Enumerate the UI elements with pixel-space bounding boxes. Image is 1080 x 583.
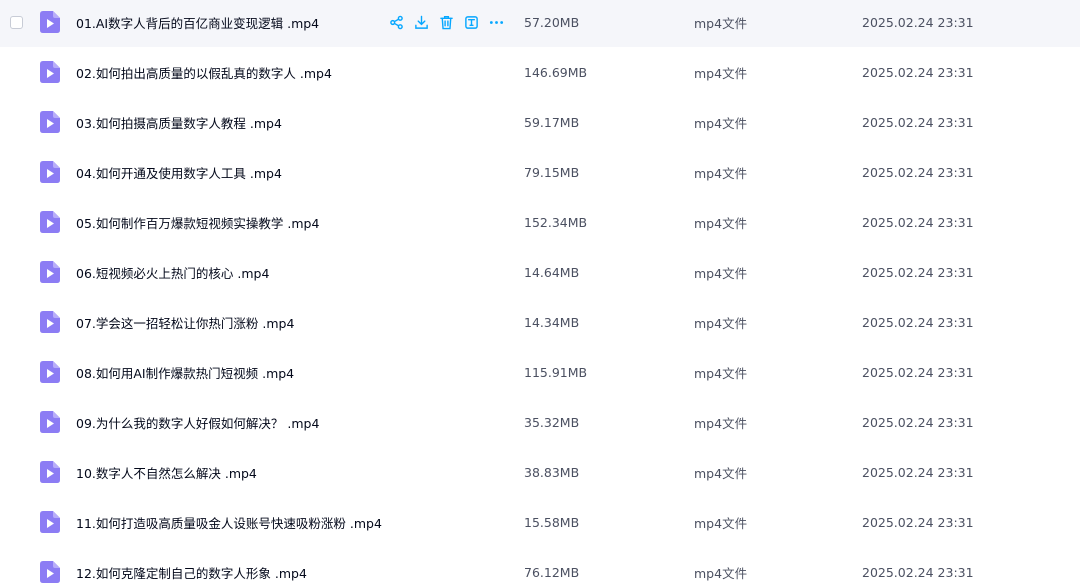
file-name[interactable]: 03.如何拍摄高质量数字人教程 .mp4: [76, 113, 282, 132]
file-date: 2025.02.24 23:31: [862, 64, 974, 80]
file-date: 2025.02.24 23:31: [862, 564, 974, 580]
file-type: mp4文件: [694, 165, 748, 181]
video-file-icon: [40, 211, 60, 233]
rename-button[interactable]: [463, 14, 480, 31]
file-row[interactable]: 08.如何用AI制作爆款热门短视频 .mp4 115.91MB mp4文件 20…: [0, 347, 1080, 397]
file-type: mp4文件: [694, 315, 748, 331]
video-file-icon: [40, 111, 60, 133]
file-type: mp4文件: [694, 515, 748, 531]
file-date: 2025.02.24 23:31: [862, 414, 974, 430]
row-checkbox[interactable]: [10, 15, 23, 29]
file-row[interactable]: 03.如何拍摄高质量数字人教程 .mp4 59.17MB mp4文件 2025.…: [0, 97, 1080, 147]
file-row[interactable]: 06.短视频必火上热门的核心 .mp4 14.64MB mp4文件 2025.0…: [0, 247, 1080, 297]
file-row[interactable]: 09.为什么我的数字人好假如何解决？ .mp4 35.32MB mp4文件 20…: [0, 397, 1080, 447]
file-date: 2025.02.24 23:31: [862, 164, 974, 180]
file-size: 38.83MB: [524, 464, 580, 480]
file-date: 2025.02.24 23:31: [862, 314, 974, 330]
file-type: mp4文件: [694, 65, 748, 81]
file-name[interactable]: 12.如何克隆定制自己的数字人形象 .mp4: [76, 563, 307, 582]
file-name[interactable]: 09.为什么我的数字人好假如何解决？ .mp4: [76, 413, 319, 432]
file-name[interactable]: 07.学会这一招轻松让你热门涨粉 .mp4: [76, 313, 294, 332]
file-name[interactable]: 04.如何开通及使用数字人工具 .mp4: [76, 163, 282, 182]
more-icon: [489, 20, 504, 24]
video-file-icon: [40, 61, 60, 83]
file-size: 35.32MB: [524, 414, 580, 430]
file-date: 2025.02.24 23:31: [862, 514, 974, 530]
download-button[interactable]: [413, 14, 430, 31]
video-file-icon: [40, 261, 60, 283]
file-name[interactable]: 10.数字人不自然怎么解决 .mp4: [76, 463, 257, 482]
file-size: 59.17MB: [524, 114, 580, 130]
file-row[interactable]: 10.数字人不自然怎么解决 .mp4 38.83MB mp4文件 2025.02…: [0, 447, 1080, 497]
file-type: mp4文件: [694, 365, 748, 381]
video-file-icon: [40, 11, 60, 33]
file-date: 2025.02.24 23:31: [862, 114, 974, 130]
file-type: mp4文件: [694, 265, 748, 281]
video-file-icon: [40, 311, 60, 333]
file-name[interactable]: 08.如何用AI制作爆款热门短视频 .mp4: [76, 363, 294, 382]
file-type: mp4文件: [694, 115, 748, 131]
row-actions: [388, 14, 505, 31]
video-file-icon: [40, 461, 60, 483]
file-name[interactable]: 02.如何拍出高质量的以假乱真的数字人 .mp4: [76, 63, 332, 82]
file-size: 152.34MB: [524, 214, 588, 230]
file-list: 01.AI数字人背后的百亿商业变现逻辑 .mp4 57.20MB mp4文件 2…: [0, 0, 1080, 583]
file-size: 14.34MB: [524, 314, 580, 330]
file-type: mp4文件: [694, 565, 748, 581]
file-name[interactable]: 06.短视频必火上热门的核心 .mp4: [76, 263, 269, 282]
more-button[interactable]: [488, 14, 505, 31]
file-row[interactable]: 12.如何克隆定制自己的数字人形象 .mp4 76.12MB mp4文件 202…: [0, 547, 1080, 583]
file-row[interactable]: 01.AI数字人背后的百亿商业变现逻辑 .mp4 57.20MB mp4文件 2…: [0, 0, 1080, 47]
video-file-icon: [40, 561, 60, 583]
file-row[interactable]: 07.学会这一招轻松让你热门涨粉 .mp4 14.34MB mp4文件 2025…: [0, 297, 1080, 347]
file-name[interactable]: 11.如何打造吸高质量吸金人设账号快速吸粉涨粉 .mp4: [76, 513, 382, 532]
file-type: mp4文件: [694, 15, 748, 31]
file-size: 115.91MB: [524, 364, 588, 380]
file-name[interactable]: 01.AI数字人背后的百亿商业变现逻辑 .mp4: [76, 13, 319, 32]
file-row[interactable]: 05.如何制作百万爆款短视频实操教学 .mp4 152.34MB mp4文件 2…: [0, 197, 1080, 247]
file-row[interactable]: 02.如何拍出高质量的以假乱真的数字人 .mp4 146.69MB mp4文件 …: [0, 47, 1080, 97]
delete-icon: [440, 15, 453, 29]
file-size: 14.64MB: [524, 264, 580, 280]
file-size: 146.69MB: [524, 64, 588, 80]
file-size: 15.58MB: [524, 514, 580, 530]
file-size: 57.20MB: [524, 14, 580, 30]
file-row[interactable]: 04.如何开通及使用数字人工具 .mp4 79.15MB mp4文件 2025.…: [0, 147, 1080, 197]
share-button[interactable]: [388, 14, 405, 31]
rename-icon: [465, 15, 478, 29]
file-date: 2025.02.24 23:31: [862, 264, 974, 280]
file-type: mp4文件: [694, 415, 748, 431]
video-file-icon: [40, 411, 60, 433]
file-date: 2025.02.24 23:31: [862, 364, 974, 380]
video-file-icon: [40, 161, 60, 183]
file-row[interactable]: 11.如何打造吸高质量吸金人设账号快速吸粉涨粉 .mp4 15.58MB mp4…: [0, 497, 1080, 547]
share-icon: [390, 15, 403, 29]
download-icon: [415, 15, 428, 29]
file-name[interactable]: 05.如何制作百万爆款短视频实操教学 .mp4: [76, 213, 319, 232]
file-type: mp4文件: [694, 465, 748, 481]
video-file-icon: [40, 361, 60, 383]
file-date: 2025.02.24 23:31: [862, 14, 974, 30]
delete-button[interactable]: [438, 14, 455, 31]
file-size: 79.15MB: [524, 164, 580, 180]
video-file-icon: [40, 511, 60, 533]
file-date: 2025.02.24 23:31: [862, 464, 974, 480]
file-date: 2025.02.24 23:31: [862, 214, 974, 230]
file-type: mp4文件: [694, 215, 748, 231]
file-size: 76.12MB: [524, 564, 580, 580]
